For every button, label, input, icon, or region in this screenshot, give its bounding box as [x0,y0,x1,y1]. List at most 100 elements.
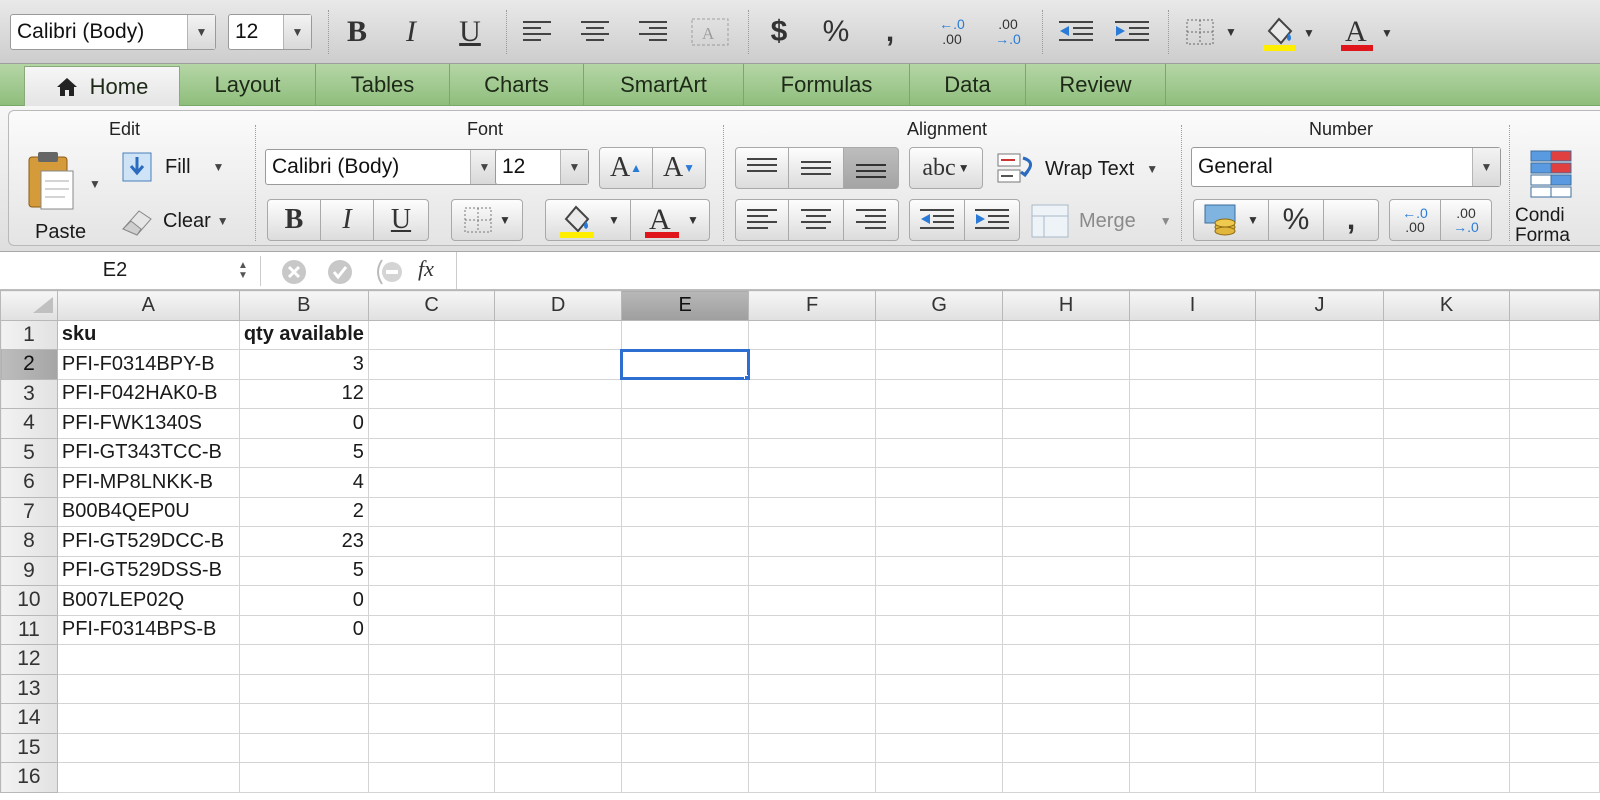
cell[interactable] [367,526,496,557]
cell[interactable]: PFI-GT529DCC-B [56,526,240,557]
chevron-down-icon[interactable]: ▼ [608,213,620,227]
cell[interactable]: 4 [238,467,369,498]
cell[interactable] [748,349,876,380]
cell[interactable] [1128,732,1257,763]
cell[interactable] [367,349,496,380]
cell[interactable] [1002,614,1130,645]
cell[interactable] [1002,644,1130,675]
cell[interactable] [1382,349,1511,380]
shrink-font-button[interactable]: A ▼ [652,147,706,189]
chevron-down-icon[interactable]: ▼ [283,15,311,49]
cell[interactable] [238,673,369,704]
cell[interactable] [874,319,1004,350]
cell[interactable] [748,408,876,439]
cell[interactable] [620,673,750,704]
column-header-i[interactable]: I [1128,290,1257,321]
cell[interactable] [874,496,1004,527]
tab-data[interactable]: Data [910,64,1026,106]
cell[interactable] [367,496,496,527]
currency-button[interactable]: $ [764,14,794,50]
cell[interactable] [1382,644,1511,675]
cell[interactable] [1382,555,1511,586]
cell[interactable] [1128,319,1257,350]
active-cell[interactable] [620,348,750,380]
column-header-k[interactable]: K [1382,290,1511,321]
row-header[interactable]: 15 [0,732,58,763]
cell[interactable] [1509,378,1600,409]
cell[interactable] [748,526,876,557]
cell[interactable]: 3 [238,349,369,380]
ribbon-bold-button[interactable]: B [267,199,321,241]
cell[interactable] [1382,673,1511,704]
cell[interactable] [1255,408,1384,439]
cell[interactable] [874,467,1004,498]
row-header[interactable]: 4 [0,408,58,439]
column-header-g[interactable]: G [874,290,1004,321]
tab-layout[interactable]: Layout [180,64,316,106]
cell[interactable] [1509,732,1600,763]
cell[interactable] [1002,585,1130,616]
row-header[interactable]: 14 [0,703,58,734]
cell[interactable]: 5 [238,555,369,586]
cell[interactable] [620,467,750,498]
cell[interactable] [1382,437,1511,468]
tab-home[interactable]: Home [24,66,180,107]
row-header[interactable]: 12 [0,644,58,675]
chevron-down-icon[interactable]: ▼ [1381,26,1393,40]
cell[interactable] [367,378,496,409]
ribbon-italic-button[interactable]: I [320,199,374,241]
grow-font-button[interactable]: A ▲ [599,147,653,189]
cell[interactable] [1255,437,1384,468]
cancel-entry-button[interactable] [280,258,308,292]
cell[interactable] [494,408,622,439]
cell[interactable] [874,614,1004,645]
cell[interactable] [494,526,622,557]
chevron-down-icon[interactable]: ▼ [1303,26,1315,40]
cell[interactable] [1002,319,1130,350]
cell[interactable] [1382,732,1511,763]
chevron-down-icon[interactable]: ▼ [958,161,970,175]
cell[interactable] [1509,762,1600,793]
tab-tables[interactable]: Tables [316,64,450,106]
cell[interactable] [367,762,496,793]
cell[interactable]: PFI-F0314BPY-B [56,349,240,380]
cell[interactable] [1255,732,1384,763]
cell[interactable]: B007LEP02Q [56,585,240,616]
cell[interactable] [620,762,750,793]
cell[interactable] [1128,762,1257,793]
cell[interactable] [56,673,240,704]
chevron-down-icon[interactable]: ▼ [499,213,511,227]
align-center-button[interactable] [578,16,612,48]
cell[interactable] [56,732,240,763]
chevron-down-icon[interactable]: ▼ [187,15,215,49]
cell[interactable] [238,644,369,675]
underline-button[interactable]: U [452,14,488,50]
cell[interactable] [1002,526,1130,557]
cell[interactable] [1509,437,1600,468]
chevron-down-icon[interactable]: ▼ [213,160,225,174]
align-left-button[interactable] [520,16,554,48]
cell[interactable] [620,319,750,350]
cell[interactable] [1128,585,1257,616]
fill-color-button[interactable]: ▼ [1256,12,1320,54]
cell[interactable] [874,762,1004,793]
cell[interactable] [1002,349,1130,380]
cell[interactable] [620,408,750,439]
cell[interactable] [748,762,876,793]
column-header-e[interactable]: E [620,290,750,321]
cell[interactable] [620,732,750,763]
cell[interactable] [367,555,496,586]
cell[interactable] [1509,673,1600,704]
cell[interactable] [748,437,876,468]
cell[interactable] [1128,526,1257,557]
cell[interactable] [874,349,1004,380]
row-header[interactable]: 7 [0,496,58,527]
cell[interactable] [1509,555,1600,586]
cell[interactable] [1382,526,1511,557]
ribbon-align-center-button[interactable] [788,199,844,241]
name-box[interactable]: E2 [0,252,230,289]
cell[interactable] [1128,555,1257,586]
cell[interactable] [1509,526,1600,557]
select-all-corner[interactable] [0,290,58,321]
cell[interactable] [1255,526,1384,557]
